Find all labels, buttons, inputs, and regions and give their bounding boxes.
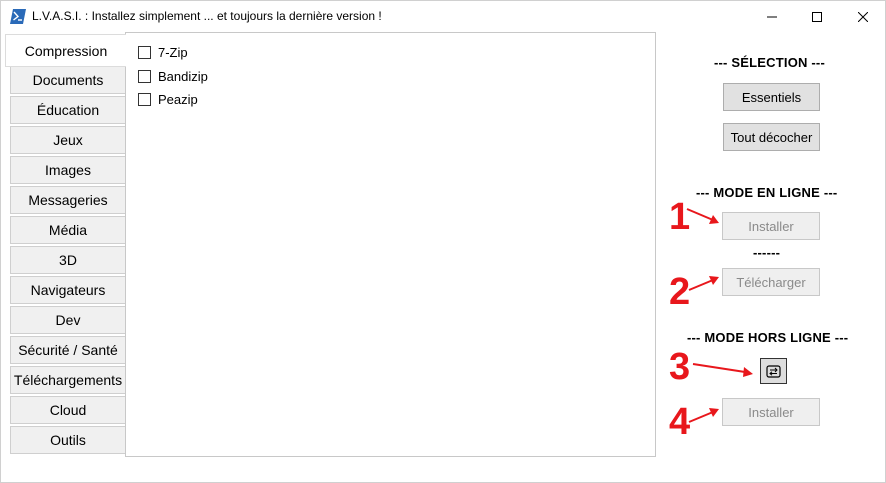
online-mode-title: --- MODE EN LIGNE --- (696, 185, 838, 200)
essentials-button[interactable]: Essentiels (723, 83, 820, 111)
download-button[interactable]: Télécharger (722, 268, 820, 296)
tab-education[interactable]: Éducation (10, 96, 126, 124)
maximize-button[interactable] (794, 1, 840, 32)
maximize-icon (812, 11, 822, 22)
checkbox[interactable] (138, 46, 151, 59)
checkbox-label: Bandizip (158, 69, 208, 84)
tab-media[interactable]: Média (10, 216, 126, 244)
step-number-3: 3 (669, 346, 691, 388)
tab-images[interactable]: Images (10, 156, 126, 184)
online-separator: ------ (753, 245, 781, 260)
checkbox[interactable] (138, 93, 151, 106)
tab-messageries[interactable]: Messageries (10, 186, 126, 214)
offline-source-button[interactable] (760, 358, 787, 384)
tab-jeux[interactable]: Jeux (10, 126, 126, 154)
tab-documents[interactable]: Documents (10, 66, 126, 94)
arrow-icon (692, 363, 753, 377)
selection-title: --- SÉLECTION --- (714, 55, 825, 70)
tab-content-panel (125, 32, 656, 457)
tab-cloud[interactable]: Cloud (10, 396, 126, 424)
app-checkbox-bandizip[interactable]: Bandizip (138, 69, 208, 84)
offline-mode-title: --- MODE HORS LIGNE --- (687, 330, 849, 345)
arrow-icon (686, 208, 719, 224)
offline-install-button[interactable]: Installer (722, 398, 820, 426)
tab-dev[interactable]: Dev (10, 306, 126, 334)
app-checkbox-7zip[interactable]: 7-Zip (138, 45, 188, 60)
checkbox[interactable] (138, 70, 151, 83)
tab-compression[interactable]: Compression (5, 34, 126, 67)
powershell-icon (10, 9, 26, 24)
tab-3d[interactable]: 3D (10, 246, 126, 274)
app-window: L.V.A.S.I. : Installez simplement ... et… (0, 0, 886, 483)
window-title: L.V.A.S.I. : Installez simplement ... et… (32, 9, 382, 23)
checkbox-label: 7-Zip (158, 45, 188, 60)
tab-securite-sante[interactable]: Sécurité / Santé (10, 336, 126, 364)
online-install-button[interactable]: Installer (722, 212, 820, 240)
tab-navigateurs[interactable]: Navigateurs (10, 276, 126, 304)
close-button[interactable] (840, 1, 886, 32)
tab-telechargements[interactable]: Téléchargements (10, 366, 126, 394)
close-icon (858, 11, 868, 22)
minimize-button[interactable] (749, 1, 795, 32)
uncheck-all-button[interactable]: Tout décocher (723, 123, 820, 151)
tab-outils[interactable]: Outils (10, 426, 126, 454)
app-checkbox-peazip[interactable]: Peazip (138, 92, 198, 107)
arrow-icon (688, 276, 719, 291)
checkbox-label: Peazip (158, 92, 198, 107)
minimize-icon (767, 16, 777, 17)
arrow-icon (688, 408, 719, 423)
switch-icon (766, 364, 781, 378)
title-bar[interactable]: L.V.A.S.I. : Installez simplement ... et… (1, 1, 885, 32)
